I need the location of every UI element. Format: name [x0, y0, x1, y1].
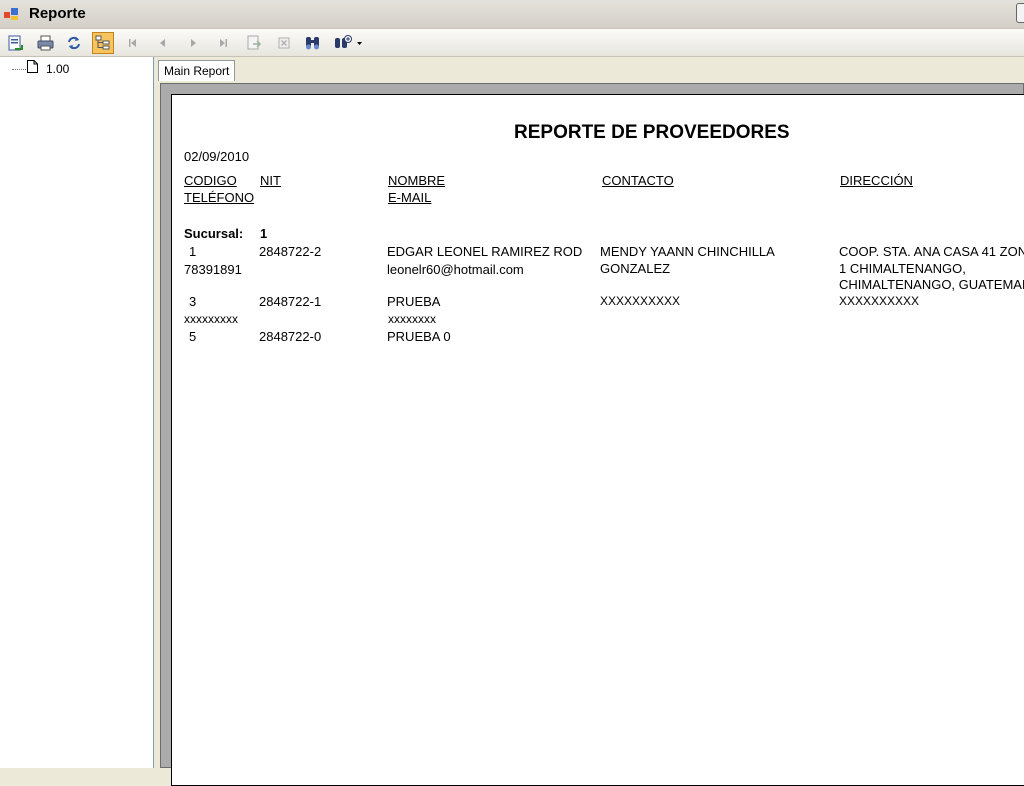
first-page-icon[interactable] [122, 32, 144, 54]
row-direccion: COOP. STA. ANA CASA 41 ZONA [839, 244, 1024, 259]
row-contacto: XXXXXXXXXX [600, 294, 681, 308]
app-icon [4, 7, 18, 21]
row-email: leonelr60@hotmail.com [387, 262, 524, 277]
tab-main-report[interactable]: Main Report [158, 60, 236, 81]
previous-page-icon[interactable] [152, 32, 174, 54]
page-icon [27, 60, 38, 78]
row-nit: 2848722-1 [259, 294, 322, 309]
group-tree-panel: 1.00 [0, 57, 154, 768]
row-telefono: 78391891 [184, 262, 242, 277]
zoom-dropdown-icon[interactable] [332, 32, 364, 54]
header-nombre: NOMBRE [388, 173, 446, 188]
row-nit: 2848722-0 [259, 329, 322, 344]
last-page-icon[interactable] [212, 32, 234, 54]
report-title: REPORTE DE PROVEEDORES [514, 122, 790, 143]
row-nit: 2848722-2 [259, 244, 322, 259]
window-title: Reporte [29, 5, 86, 22]
header-email: E-MAIL [388, 190, 432, 205]
row-nombre: PRUEBA [387, 294, 441, 309]
report-page: REPORTE DE PROVEEDORES 02/09/2010 CODIGO… [171, 94, 1024, 786]
header-codigo: CODIGO [184, 173, 237, 188]
tree-connector [12, 68, 26, 70]
window-control-button[interactable] [1016, 3, 1024, 23]
title-bar: Reporte [0, 0, 1024, 29]
header-direccion: DIRECCIÓN [840, 173, 913, 188]
header-telefono: TELÉFONO [184, 190, 255, 205]
find-icon[interactable] [302, 32, 324, 54]
header-nit: NIT [260, 173, 281, 188]
tab-bar: Main Report [155, 57, 1024, 83]
row-nombre: PRUEBA 0 [387, 329, 451, 344]
row-direccion-cont: 1 CHIMALTENANGO, [839, 261, 966, 276]
row-telefono: xxxxxxxxx [184, 312, 238, 326]
row-contacto: MENDY YAANN CHINCHILLA [600, 244, 775, 259]
row-direccion: XXXXXXXXXX [839, 294, 920, 308]
go-to-page-icon[interactable] [243, 32, 265, 54]
toggle-group-tree-icon[interactable] [92, 32, 114, 54]
row-direccion-cont2: CHIMALTENANGO, GUATEMALA [839, 277, 1024, 292]
row-email: xxxxxxxx [388, 312, 436, 326]
toolbar [0, 29, 1024, 57]
export-icon[interactable] [4, 32, 26, 54]
row-contacto-cont: GONZALEZ [600, 261, 671, 276]
next-page-icon[interactable] [182, 32, 204, 54]
stop-icon[interactable] [273, 32, 295, 54]
row-nombre: EDGAR LEONEL RAMIREZ ROD [387, 244, 583, 259]
print-icon[interactable] [34, 32, 56, 54]
row-codigo: 1 [189, 244, 197, 259]
group-value: 1 [260, 226, 268, 241]
tree-node-label: 1.00 [46, 62, 70, 76]
report-viewer[interactable]: REPORTE DE PROVEEDORES 02/09/2010 CODIGO… [160, 83, 1024, 786]
tree-node[interactable]: 1.00 [12, 60, 70, 78]
refresh-icon[interactable] [63, 32, 85, 54]
group-label: Sucursal: [184, 226, 244, 241]
header-contacto: CONTACTO [602, 173, 674, 188]
row-codigo: 5 [189, 329, 197, 344]
row-codigo: 3 [189, 294, 197, 309]
report-date: 02/09/2010 [184, 149, 250, 164]
